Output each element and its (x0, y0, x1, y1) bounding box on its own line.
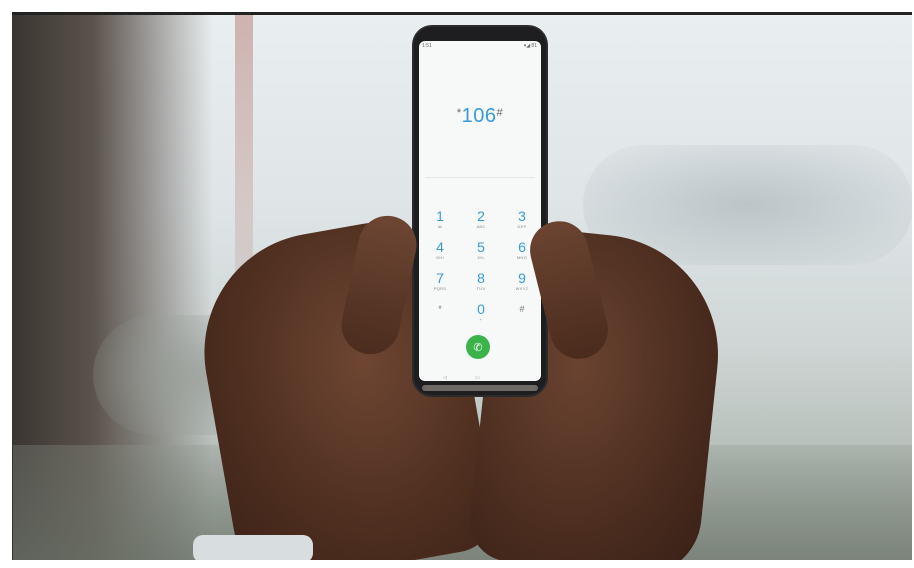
key-5[interactable]: 5 JKL (466, 240, 496, 270)
phone-icon: ✆ (473, 341, 483, 354)
shirt-cuff (193, 535, 313, 560)
key-7[interactable]: 7 PQRS (425, 271, 455, 301)
key-2[interactable]: 2 ABC (466, 209, 496, 239)
key-0[interactable]: 0 + (466, 302, 496, 332)
key-letters: GHI (435, 255, 444, 260)
key-digit: * (438, 304, 442, 314)
key-8[interactable]: 8 TUV (466, 271, 496, 301)
key-letters: DEF (517, 224, 527, 229)
home-icon[interactable]: ▭ (475, 375, 480, 381)
smartphone: 1:51 ▾◢ 81 *106# 1ꝏ 2 ABC 3 DEF 4 GHI 5 JKL … (414, 27, 546, 395)
call-button[interactable]: ✆ (466, 335, 490, 359)
key-star[interactable]: * (425, 302, 455, 332)
dialed-number-display: *106# (419, 105, 541, 128)
phone-screen: 1:51 ▾◢ 81 *106# 1ꝏ 2 ABC 3 DEF 4 GHI 5 JKL … (419, 41, 541, 381)
key-digit: 5 (477, 239, 485, 255)
key-digit: 0 (477, 301, 485, 317)
display-divider (425, 177, 535, 178)
back-icon[interactable]: ◁ (443, 375, 447, 381)
key-digit: 4 (436, 239, 444, 255)
key-letters: WXYZ (515, 286, 529, 291)
key-1[interactable]: 1ꝏ (425, 209, 455, 239)
key-digit: 2 (477, 208, 485, 224)
key-letters: ꝏ (437, 224, 443, 229)
key-digit: 7 (436, 270, 444, 286)
key-digit: 1 (436, 208, 444, 224)
key-digit: 3 (518, 208, 526, 224)
key-hash[interactable]: # (507, 302, 537, 332)
key-letters: PQRS (433, 286, 447, 291)
dialed-code: 106 (461, 105, 497, 127)
key-3[interactable]: 3 DEF (507, 209, 537, 239)
status-indicators: ▾◢ 81 (523, 43, 537, 49)
key-letters: TUV (476, 286, 486, 291)
status-time: 1:51 (422, 43, 432, 49)
key-letters: ABC (476, 224, 486, 229)
image-frame: 1:51 ▾◢ 81 *106# 1ꝏ 2 ABC 3 DEF 4 GHI 5 JKL … (0, 0, 914, 568)
key-4[interactable]: 4 GHI (425, 240, 455, 270)
dialed-suffix: # (496, 107, 504, 119)
key-digit: 8 (477, 270, 485, 286)
nav-bar: ◁ ▭ (419, 373, 541, 381)
key-digit: 9 (518, 270, 526, 286)
phone-bottom-edge (422, 385, 538, 391)
key-9[interactable]: 9 WXYZ (507, 271, 537, 301)
key-letters: + (479, 317, 483, 322)
key-digit: # (519, 304, 525, 314)
key-letters: JKL (477, 255, 485, 260)
